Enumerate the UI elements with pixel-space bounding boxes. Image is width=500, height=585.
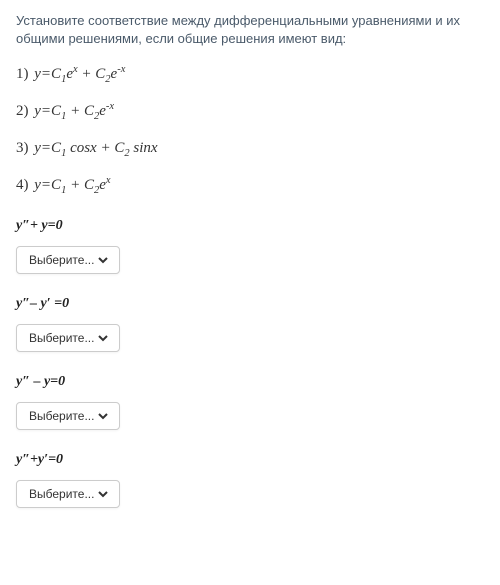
answer-select-1[interactable]: Выберите...	[25, 252, 111, 268]
question-1: y″+ y=0 Выберите...	[16, 218, 484, 274]
equation-option-2: 2) y=C1 + C2e-x	[16, 99, 484, 126]
prompt-text: Установите соответствие между дифференци…	[16, 12, 484, 48]
answer-select-2[interactable]: Выберите...	[25, 330, 111, 346]
equation-option-3: 3) y=C1 cosx + C2 sinx	[16, 136, 484, 163]
question-equation: y″– y′ =0	[16, 296, 484, 312]
select-wrapper: Выберите...	[16, 246, 120, 274]
select-wrapper: Выберите...	[16, 480, 120, 508]
question-equation: y″+ y=0	[16, 218, 484, 234]
general-solutions-list: 1) y=C1ex + C2e-x 2) y=C1 + C2e-x 3) y=C…	[16, 62, 484, 199]
equation-option-4: 4) y=C1 + C2ex	[16, 173, 484, 200]
equation-option-1: 1) y=C1ex + C2e-x	[16, 62, 484, 89]
eq-number: 2)	[16, 103, 29, 119]
answer-select-3[interactable]: Выберите...	[25, 408, 111, 424]
question-3: y″ – y=0 Выберите...	[16, 374, 484, 430]
eq-number: 4)	[16, 177, 29, 193]
select-wrapper: Выберите...	[16, 402, 120, 430]
select-wrapper: Выберите...	[16, 324, 120, 352]
question-equation: y″ – y=0	[16, 374, 484, 390]
question-equation: y″+y′=0	[16, 452, 484, 468]
eq-number: 1)	[16, 66, 29, 82]
question-2: y″– y′ =0 Выберите...	[16, 296, 484, 352]
eq-number: 3)	[16, 140, 29, 156]
question-4: y″+y′=0 Выберите...	[16, 452, 484, 508]
answer-select-4[interactable]: Выберите...	[25, 486, 111, 502]
